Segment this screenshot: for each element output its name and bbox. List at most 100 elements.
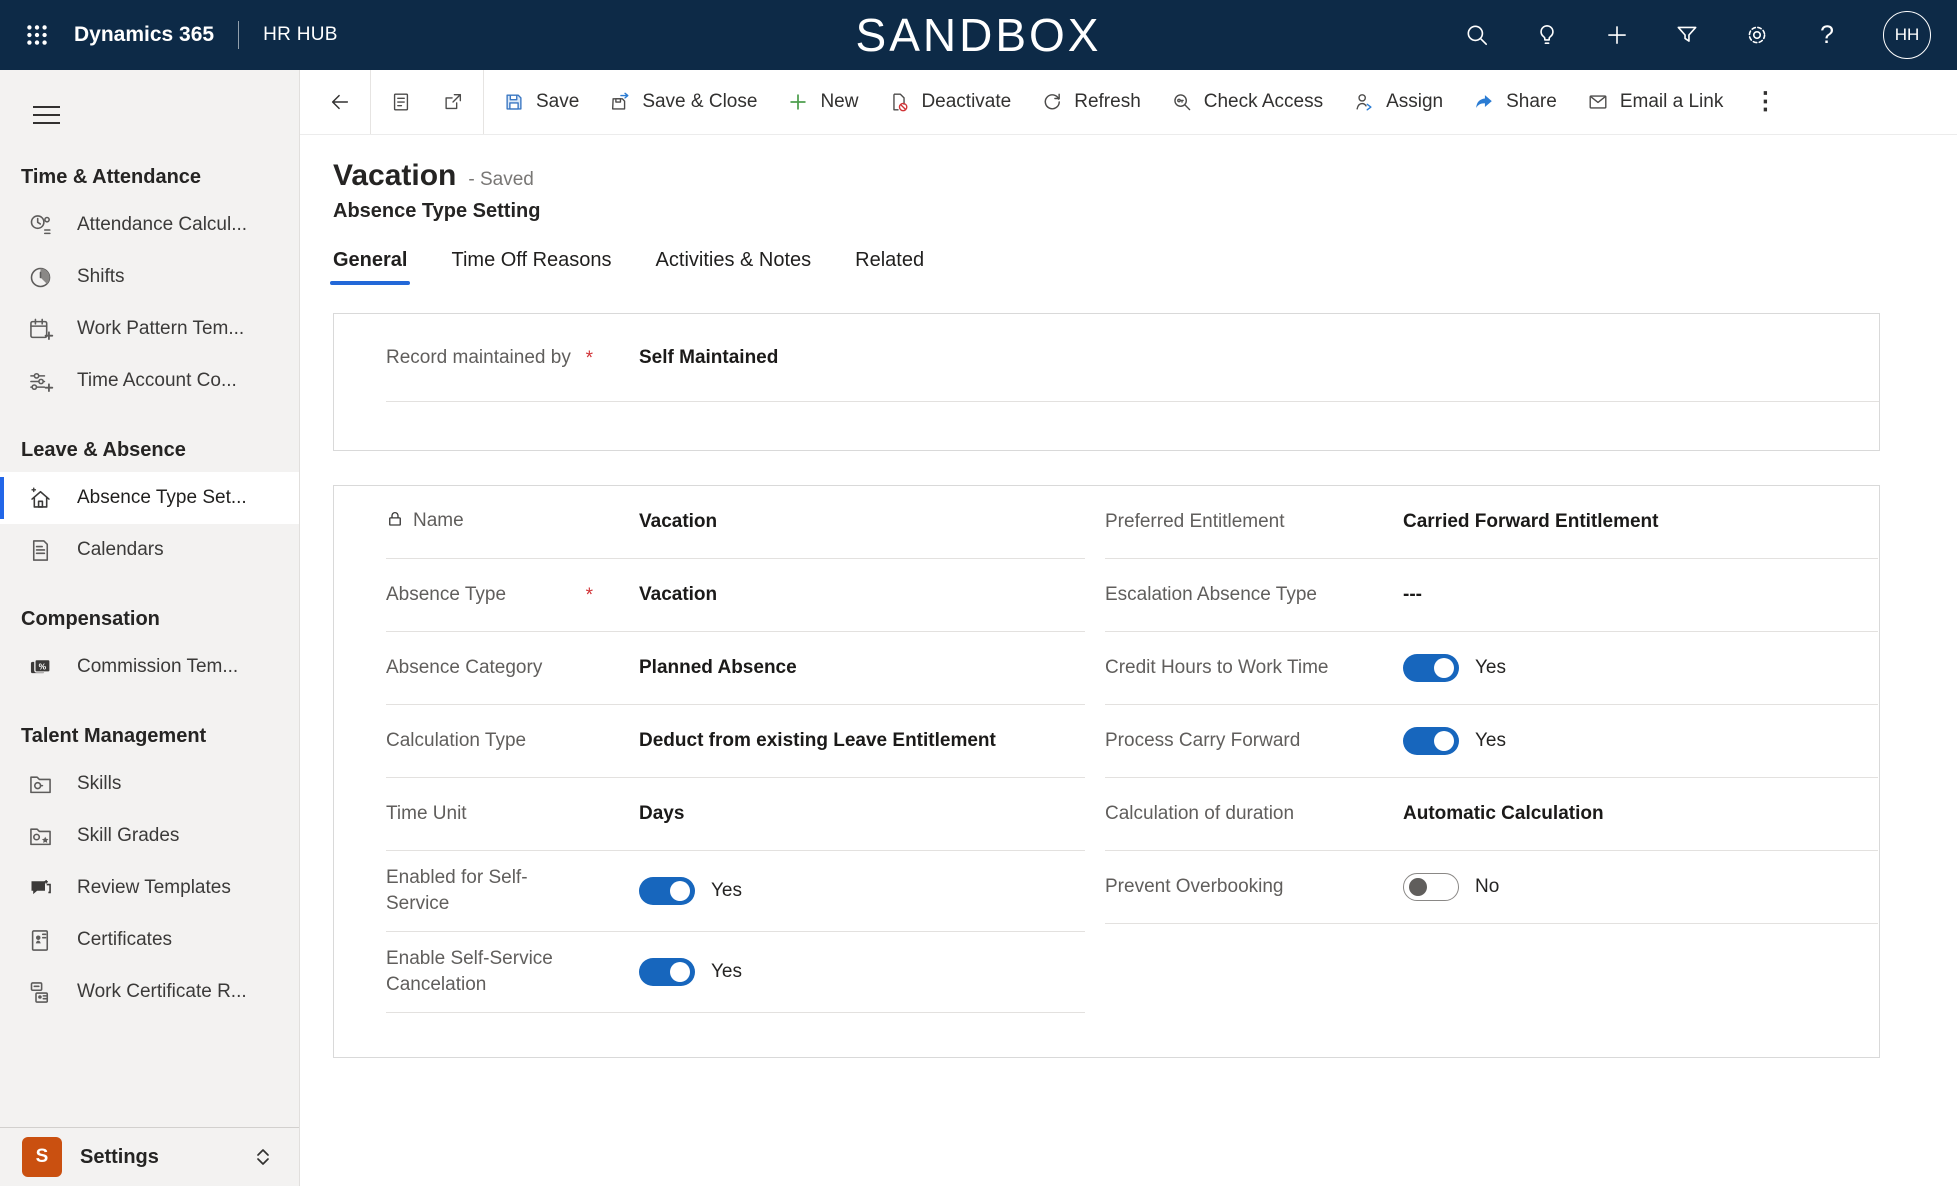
tab-general[interactable]: General xyxy=(333,249,407,285)
field-value[interactable]: Deduct from existing Leave Entitlement xyxy=(639,730,996,752)
share-button[interactable]: Share xyxy=(1458,80,1572,124)
calendar-page-icon xyxy=(27,537,54,564)
sidebar-item-certificates[interactable]: Certificates xyxy=(0,914,299,966)
sidebar-item-review-templates[interactable]: Review Templates xyxy=(0,862,299,914)
sliders-gear-icon xyxy=(27,368,54,395)
save-status: - Saved xyxy=(468,169,533,191)
field-enable-self-service-cancelation: Enable Self-Service Cancelation Yes xyxy=(386,932,1085,1013)
share-label: Share xyxy=(1506,91,1557,113)
field-record-maintained-by: Record maintained by * Self Maintained xyxy=(386,314,1879,402)
search-icon xyxy=(1464,22,1490,48)
field-escalation-absence-type: Escalation Absence Type --- xyxy=(1105,559,1878,632)
field-label: Prevent Overbooking xyxy=(1105,874,1365,900)
field-label: Calculation Type xyxy=(386,728,601,754)
svg-text:%: % xyxy=(39,661,47,671)
sidebar-item-time-account[interactable]: Time Account Co... xyxy=(0,355,299,407)
field-value[interactable]: Days xyxy=(639,803,684,825)
enabled-for-self-service-toggle[interactable] xyxy=(639,877,695,905)
deactivate-label: Deactivate xyxy=(921,91,1011,113)
lock-icon xyxy=(386,510,404,536)
lightbulb-icon xyxy=(1534,22,1560,48)
field-value[interactable]: Self Maintained xyxy=(639,347,778,369)
field-absence-category: Absence Category Planned Absence xyxy=(386,632,1085,705)
dynamics-365-brand[interactable]: Dynamics 365 xyxy=(74,23,214,47)
sidebar-item-absence-type-settings[interactable]: Absence Type Set... xyxy=(0,472,299,524)
quick-create-button[interactable] xyxy=(1603,21,1631,49)
save-button[interactable]: Save xyxy=(488,80,594,124)
sidebar-item-skills[interactable]: Skills xyxy=(0,758,299,810)
sidebar-item-work-certificate-requests[interactable]: Work Certificate R... xyxy=(0,966,299,1018)
new-button[interactable]: New xyxy=(772,80,873,124)
sidebar-item-label: Calendars xyxy=(77,539,164,561)
settings-area-label: Settings xyxy=(80,1146,233,1169)
back-arrow-icon xyxy=(329,91,351,113)
more-commands-button[interactable]: ⋮ xyxy=(1738,80,1792,124)
open-in-new-window-button[interactable] xyxy=(427,80,479,124)
field-value[interactable]: Carried Forward Entitlement xyxy=(1403,511,1659,533)
sidebar-item-shifts[interactable]: Shifts xyxy=(0,251,299,303)
plus-icon xyxy=(1604,22,1630,48)
field-enabled-for-self-service: Enabled for Self-Service Yes xyxy=(386,851,1085,932)
field-label: Name xyxy=(386,508,601,536)
app-name[interactable]: HR HUB xyxy=(263,24,338,46)
enable-self-service-cancelation-toggle[interactable] xyxy=(639,958,695,986)
credit-hours-toggle[interactable] xyxy=(1403,654,1459,682)
toggle-state-label: Yes xyxy=(1475,657,1506,679)
check-access-button[interactable]: Check Access xyxy=(1156,80,1338,124)
toggle-state-label: No xyxy=(1475,876,1499,898)
form-selector-button[interactable] xyxy=(375,80,427,124)
sidebar-item-work-pattern-template[interactable]: Work Pattern Tem... xyxy=(0,303,299,355)
process-carry-forward-toggle[interactable] xyxy=(1403,727,1459,755)
sidebar-item-label: Skill Grades xyxy=(77,825,179,847)
area-switcher-chevrons-icon[interactable] xyxy=(251,1145,275,1169)
form-column-left: Name Vacation Absence Type * Vacation Ab… xyxy=(334,486,1085,1013)
site-map-sidebar: Time & Attendance Attendance Calcul... S… xyxy=(0,70,300,1186)
field-value[interactable]: Automatic Calculation xyxy=(1403,803,1604,825)
field-name: Name Vacation xyxy=(386,486,1085,559)
field-value[interactable]: Vacation xyxy=(639,511,717,533)
help-button[interactable]: ? xyxy=(1813,21,1841,49)
filter-button[interactable] xyxy=(1673,21,1701,49)
field-label: Record maintained by * xyxy=(386,345,601,371)
collapse-sidebar-button[interactable] xyxy=(33,100,60,130)
field-calculation-type: Calculation Type Deduct from existing Le… xyxy=(386,705,1085,778)
sidebar-item-commission-template[interactable]: % Commission Tem... xyxy=(0,641,299,693)
search-button[interactable] xyxy=(1463,21,1491,49)
tab-activities-notes[interactable]: Activities & Notes xyxy=(656,249,812,285)
settings-gear-button[interactable] xyxy=(1743,21,1771,49)
field-value[interactable]: Planned Absence xyxy=(639,657,797,679)
section-header-time-attendance: Time & Attendance xyxy=(21,166,299,189)
user-avatar[interactable]: HH xyxy=(1883,11,1931,59)
command-bar-divider xyxy=(483,70,484,134)
field-value[interactable]: Vacation xyxy=(639,584,717,606)
sidebar-item-attendance-calculation[interactable]: Attendance Calcul... xyxy=(0,199,299,251)
field-label: Enabled for Self-Service xyxy=(386,865,601,917)
gear-icon xyxy=(1744,22,1770,48)
deactivate-button[interactable]: Deactivate xyxy=(873,80,1026,124)
check-access-label: Check Access xyxy=(1204,91,1323,113)
prevent-overbooking-toggle[interactable] xyxy=(1403,873,1459,901)
save-floppy-icon xyxy=(503,91,525,113)
area-switcher-settings[interactable]: S Settings xyxy=(0,1127,299,1186)
environment-label: SANDBOX xyxy=(856,8,1102,62)
calendar-plus-icon xyxy=(27,316,54,343)
save-and-close-button[interactable]: Save & Close xyxy=(594,80,772,124)
check-access-magnifier-icon xyxy=(1171,91,1193,113)
page-title: Vacation xyxy=(333,159,456,193)
entity-subtitle: Absence Type Setting xyxy=(333,200,1957,223)
tab-time-off-reasons[interactable]: Time Off Reasons xyxy=(451,249,611,285)
app-launcher-waffle-icon[interactable] xyxy=(22,20,52,50)
assign-button[interactable]: Assign xyxy=(1338,80,1458,124)
toggle-state-label: Yes xyxy=(1475,730,1506,752)
assign-person-icon xyxy=(1353,91,1375,113)
sidebar-item-calendars[interactable]: Calendars xyxy=(0,524,299,576)
email-link-button[interactable]: Email a Link xyxy=(1572,80,1739,124)
sidebar-item-skill-grades[interactable]: Skill Grades xyxy=(0,810,299,862)
back-button[interactable] xyxy=(314,80,366,124)
refresh-button[interactable]: Refresh xyxy=(1026,80,1156,124)
field-value[interactable]: --- xyxy=(1403,584,1422,606)
field-calculation-of-duration: Calculation of duration Automatic Calcul… xyxy=(1105,778,1878,851)
guided-help-button[interactable] xyxy=(1533,21,1561,49)
sidebar-item-label: Absence Type Set... xyxy=(77,487,247,509)
tab-related[interactable]: Related xyxy=(855,249,924,285)
